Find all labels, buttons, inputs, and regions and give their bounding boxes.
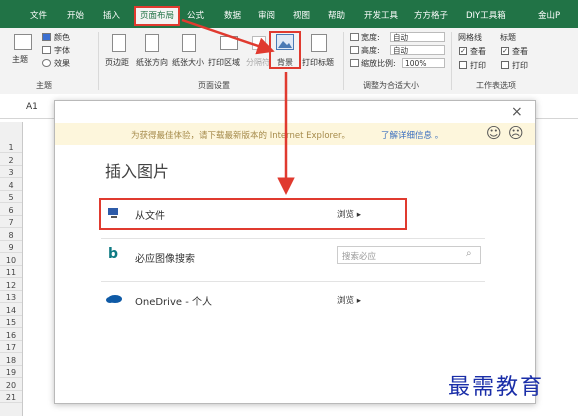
watermark: 最需教育: [448, 375, 545, 400]
annotation-arrows: [181, 18, 295, 195]
arrow-to-background: [181, 18, 275, 55]
